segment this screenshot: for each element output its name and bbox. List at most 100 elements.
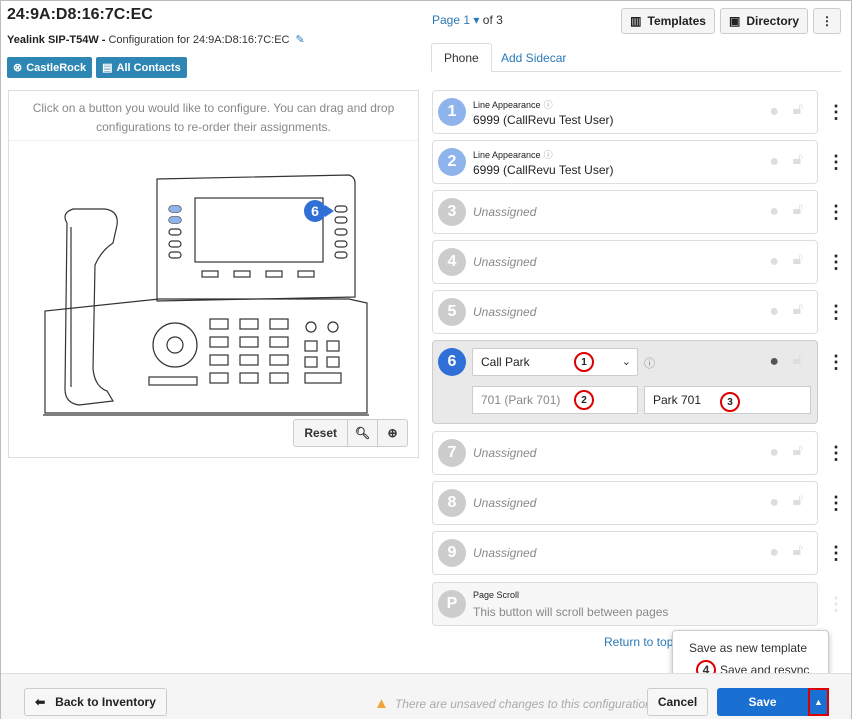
key-value: Unassigned [473, 305, 537, 319]
info-icon: ⓘ [543, 150, 553, 160]
key-type: Line Appearance [473, 100, 541, 110]
row-menu-button[interactable]: ⋮ [827, 431, 845, 475]
back-to-inventory-button[interactable]: ⬅ Back to Inventory [24, 688, 167, 716]
tab-phone[interactable]: Phone [431, 43, 492, 72]
lock-icon[interactable]: 🔓︎ [793, 101, 803, 119]
reset-button[interactable]: Reset [294, 420, 347, 446]
more-options-button[interactable]: ⋮ [813, 8, 841, 34]
key-row-5[interactable]: 5 Unassigned ● 🔓︎ [432, 290, 818, 334]
row-menu-button[interactable]: ⋮ [827, 340, 845, 384]
templates-button[interactable]: ▥ Templates [621, 8, 715, 34]
top-toolbar: ▥ Templates ▣ Directory ⋮ [621, 8, 841, 34]
lock-icon[interactable]: 🔓︎ [793, 151, 803, 169]
tag-icon[interactable]: ● [769, 153, 779, 171]
device-subtitle: Yealink SIP-T54W - Configuration for 24:… [7, 33, 305, 46]
row-menu-button: ⋮ [827, 594, 845, 614]
row-menu-button[interactable]: ⋮ [827, 190, 845, 234]
tag-icon[interactable]: ● [769, 353, 779, 371]
key-row-8[interactable]: 8 Unassigned ● 🔓︎ [432, 481, 818, 525]
key-number: 4 [438, 248, 466, 276]
lock-icon[interactable]: 🔓︎ [793, 251, 803, 269]
key-number: 9 [438, 539, 466, 567]
key-row-9[interactable]: 9 Unassigned ● 🔓︎ [432, 531, 818, 575]
unsaved-warning: ▲ There are unsaved changes to this conf… [374, 695, 652, 712]
key-number: 5 [438, 298, 466, 326]
key-type-selected: Call Park [481, 355, 530, 369]
tag-icon[interactable]: ● [769, 253, 779, 271]
key-number: 3 [438, 198, 466, 226]
chevron-down-icon: ▾ [473, 13, 480, 27]
cancel-button[interactable]: Cancel [647, 688, 708, 716]
row-menu-button[interactable]: ⋮ [827, 90, 845, 134]
warning-icon: ▲ [374, 695, 389, 712]
contact-card-icon: ▤ [102, 62, 113, 74]
callout-2: 2 [574, 390, 594, 410]
save-button[interactable]: Save [717, 688, 808, 716]
page-total: of 3 [482, 13, 503, 27]
phone-illustration: 6 [43, 174, 369, 416]
key-number: 2 [438, 148, 466, 176]
row-menu-button[interactable]: ⋮ [827, 531, 845, 575]
key-value: Unassigned [473, 546, 537, 560]
lock-icon[interactable]: 🔓︎ [793, 351, 803, 369]
row-menu-button[interactable]: ⋮ [827, 481, 845, 525]
key-value: Unassigned [473, 255, 537, 269]
key-type-select[interactable]: Call Park ⌄ [472, 348, 638, 376]
zoom-out-icon[interactable]: 🔍︎ [347, 420, 377, 446]
tag-icon[interactable]: ● [769, 494, 779, 512]
park-value-field[interactable]: 701 (Park 701) [472, 386, 638, 414]
row-menu-button[interactable]: ⋮ [827, 290, 845, 334]
key-value: 6999 (CallRevu Test User) [473, 113, 614, 127]
key-value: Unassigned [473, 446, 537, 460]
lock-icon[interactable]: 🔓︎ [793, 492, 803, 510]
tag-icon[interactable]: ● [769, 444, 779, 462]
tag-icon[interactable]: ● [769, 544, 779, 562]
config-tabs: Phone Add Sidecar [431, 43, 841, 72]
info-icon: ⓘ [644, 358, 655, 370]
badge-castlerock[interactable]: ⊗ CastleRock [7, 57, 93, 78]
badge-label: CastleRock [26, 61, 87, 74]
key-number: P [438, 590, 466, 618]
phone-hint-text: Click on a button you would like to conf… [9, 91, 418, 141]
key-value: Unassigned [473, 496, 537, 510]
lock-icon[interactable]: 🔓︎ [793, 542, 803, 560]
tag-icon[interactable]: ● [769, 203, 779, 221]
key-row-1[interactable]: 1 Line Appearance ⓘ 6999 (CallRevu Test U… [432, 90, 818, 134]
lock-icon[interactable]: 🔓︎ [793, 442, 803, 460]
key-row-6[interactable]: 6 Call Park ⌄ 1 ⓘ ● 🔓︎ 701 (Park 701) 2 … [432, 340, 818, 424]
tag-icon[interactable]: ● [769, 303, 779, 321]
lock-icon[interactable]: 🔓︎ [793, 201, 803, 219]
key-row-2[interactable]: 2 Line Appearance ⓘ 6999 (CallRevu Test U… [432, 140, 818, 184]
templates-label: Templates [647, 14, 706, 28]
tab-add-sidecar[interactable]: Add Sidecar [489, 43, 578, 72]
current-page[interactable]: Page 1 [432, 13, 470, 27]
key-number: 7 [438, 439, 466, 467]
device-mac-title: 24:9A:D8:16:7C:EC [7, 6, 153, 23]
save-options-caret-button[interactable]: ▲ [808, 688, 829, 716]
zoom-in-icon[interactable]: ⊕ [377, 420, 407, 446]
key-row-4[interactable]: 4 Unassigned ● 🔓︎ [432, 240, 818, 284]
back-label: Back to Inventory [55, 695, 156, 709]
key-row-7[interactable]: 7 Unassigned ● 🔓︎ [432, 431, 818, 475]
templates-icon: ▥ [630, 14, 642, 28]
directory-button[interactable]: ▣ Directory [719, 8, 808, 34]
row-menu-button[interactable]: ⋮ [827, 240, 845, 284]
zoom-controls: Reset 🔍︎ ⊕ [293, 419, 408, 447]
key-type-label: Line Appearance ⓘ [473, 148, 553, 161]
menu-item-save-as-template[interactable]: Save as new template [689, 641, 807, 655]
page-selector[interactable]: Page 1 ▾ of 3 [432, 13, 503, 27]
badge-all-contacts[interactable]: ▤ All Contacts [96, 57, 187, 78]
lock-icon[interactable]: 🔓︎ [793, 301, 803, 319]
row-menu-button[interactable]: ⋮ [827, 140, 845, 184]
return-to-top-link[interactable]: Return to top [604, 635, 673, 649]
footer-bar: ⬅ Back to Inventory ▲ There are unsaved … [1, 673, 851, 719]
unsaved-text: There are unsaved changes to this config… [394, 696, 652, 711]
key-row-page-scroll[interactable]: P Page Scroll This button will scroll be… [432, 582, 818, 626]
tag-icon[interactable]: ● [769, 103, 779, 121]
key-row-3[interactable]: 3 Unassigned ● 🔓︎ [432, 190, 818, 234]
key-value: 6999 (CallRevu Test User) [473, 163, 614, 177]
arrow-left-icon: ⬅ [35, 695, 46, 709]
selected-key-number: 6 [311, 203, 319, 219]
chevron-down-icon: ⌄ [621, 356, 631, 368]
pencil-icon[interactable]: ✎ [296, 33, 305, 46]
